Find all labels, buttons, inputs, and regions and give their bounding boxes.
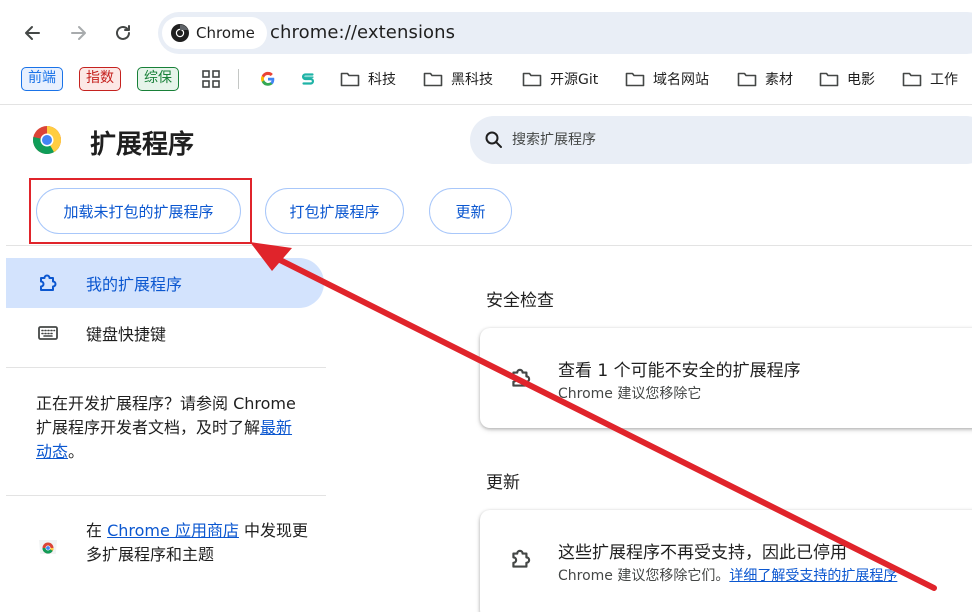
header-divider [6, 245, 972, 246]
toolbar-divider [0, 104, 972, 105]
bookmark-tag-1[interactable]: 指数 [79, 67, 121, 91]
search-icon [485, 131, 502, 148]
updates-heading: 更新 [486, 473, 520, 493]
web-store-notice: 在 Chrome 应用商店 中发现更多扩展程序和主题 [86, 519, 316, 567]
safety-card-title: 查看 1 个可能不安全的扩展程序 [558, 361, 801, 381]
arrow-right-icon [71, 26, 86, 40]
folder-icon [340, 72, 360, 87]
unsupported-card-subtitle: Chrome 建议您移除它们。详细了解受支持的扩展程序 [558, 565, 897, 585]
web-store-link[interactable]: Chrome 应用商店 [107, 521, 239, 540]
bookmark-folder-label: 开源Git [550, 72, 599, 88]
folder-icon [902, 72, 922, 87]
developer-notice-end: 。 [68, 442, 85, 461]
bookmark-folder-label: 工作 [930, 72, 958, 88]
bookmark-s-site[interactable] [298, 66, 318, 92]
bookmark-separator [238, 69, 239, 89]
arrow-left-icon [25, 26, 40, 40]
puzzle-piece-icon [512, 368, 531, 387]
unsupported-extensions-card[interactable]: 这些扩展程序不再受支持，因此已停用 Chrome 建议您移除它们。详细了解受支持… [480, 510, 972, 612]
folder-icon [522, 72, 542, 87]
folder-icon [737, 72, 757, 87]
bookmark-folder-3[interactable]: 域名网站 [625, 66, 709, 92]
browser-toolbar: Chrome chrome://extensions 前端 指数 综保 科技 黑… [0, 0, 972, 104]
bookmark-folder-label: 素材 [765, 72, 793, 88]
google-logo-icon [261, 71, 275, 86]
bookmark-folder-1[interactable]: 黑科技 [423, 66, 493, 92]
back-button[interactable] [18, 18, 48, 48]
folder-icon [819, 72, 839, 87]
sidebar-divider [6, 367, 326, 368]
keyboard-icon [38, 326, 58, 340]
bookmark-folder-2[interactable]: 开源Git [522, 66, 598, 92]
sidebar-item-my-extensions[interactable]: 我的扩展程序 [6, 258, 324, 308]
bookmark-tag-2[interactable]: 综保 [137, 67, 179, 91]
chrome-web-store-icon [39, 540, 57, 554]
bookmark-folder-6[interactable]: 工作 [902, 66, 958, 92]
puzzle-piece-icon [512, 549, 531, 568]
puzzle-piece-icon [40, 274, 57, 291]
s-logo-icon [302, 73, 314, 85]
annotation-highlight-box [29, 178, 252, 244]
apps-grid-icon[interactable] [202, 70, 220, 88]
supported-extensions-link[interactable]: 详细了解受支持的扩展程序 [729, 568, 897, 584]
unsupported-card-text: Chrome 建议您移除它们。 [558, 568, 730, 584]
folder-icon [423, 72, 443, 87]
unsupported-card-title: 这些扩展程序不再受支持，因此已停用 [558, 543, 847, 563]
update-button[interactable]: 更新 [429, 188, 512, 234]
bookmark-tag-0[interactable]: 前端 [21, 67, 63, 91]
site-chip-label: Chrome [196, 24, 255, 42]
sidebar-divider [6, 495, 326, 496]
page-title: 扩展程序 [90, 130, 195, 160]
forward-button[interactable] [63, 18, 93, 48]
bookmark-folder-label: 电影 [847, 72, 875, 88]
search-input[interactable] [512, 128, 952, 152]
sidebar-item-keyboard-shortcuts[interactable]: 键盘快捷键 [6, 308, 324, 358]
site-info-chip[interactable]: Chrome [162, 17, 267, 49]
safety-card-subtitle: Chrome 建议您移除它 [558, 386, 702, 402]
address-bar[interactable]: Chrome chrome://extensions [158, 12, 972, 54]
safety-check-card[interactable]: 查看 1 个可能不安全的扩展程序 Chrome 建议您移除它 [480, 328, 972, 428]
safety-check-heading: 安全检查 [486, 291, 554, 311]
bookmark-folder-4[interactable]: 素材 [737, 66, 793, 92]
sidebar-item-label: 键盘快捷键 [86, 325, 167, 344]
pack-extension-button[interactable]: 打包扩展程序 [265, 188, 404, 234]
bookmark-folder-0[interactable]: 科技 [340, 66, 396, 92]
developer-notice: 正在开发扩展程序？请参阅 Chrome 扩展程序开发者文档，及时了解最新动态。 [36, 392, 306, 464]
developer-notice-text: 正在开发扩展程序？请参阅 Chrome 扩展程序开发者文档，及时了解 [36, 394, 296, 437]
bookmark-folder-5[interactable]: 电影 [819, 66, 875, 92]
reload-button[interactable] [108, 18, 138, 48]
url-text[interactable]: chrome://extensions [270, 22, 455, 43]
chrome-logo-icon [33, 126, 61, 154]
web-store-text: 在 [86, 521, 108, 540]
chrome-logo-icon [171, 24, 189, 42]
reload-icon [116, 25, 130, 40]
sidebar-item-label: 我的扩展程序 [86, 275, 183, 294]
bookmarks-bar: 前端 指数 综保 科技 黑科技 开源Git 域名网站 素材 电影 工作 [0, 62, 972, 96]
bookmark-folder-label: 黑科技 [451, 72, 493, 88]
bookmark-google[interactable] [258, 66, 278, 92]
folder-icon [625, 72, 645, 87]
bookmark-folder-label: 域名网站 [653, 72, 709, 88]
search-box[interactable] [470, 116, 972, 164]
bookmark-folder-label: 科技 [368, 72, 396, 88]
